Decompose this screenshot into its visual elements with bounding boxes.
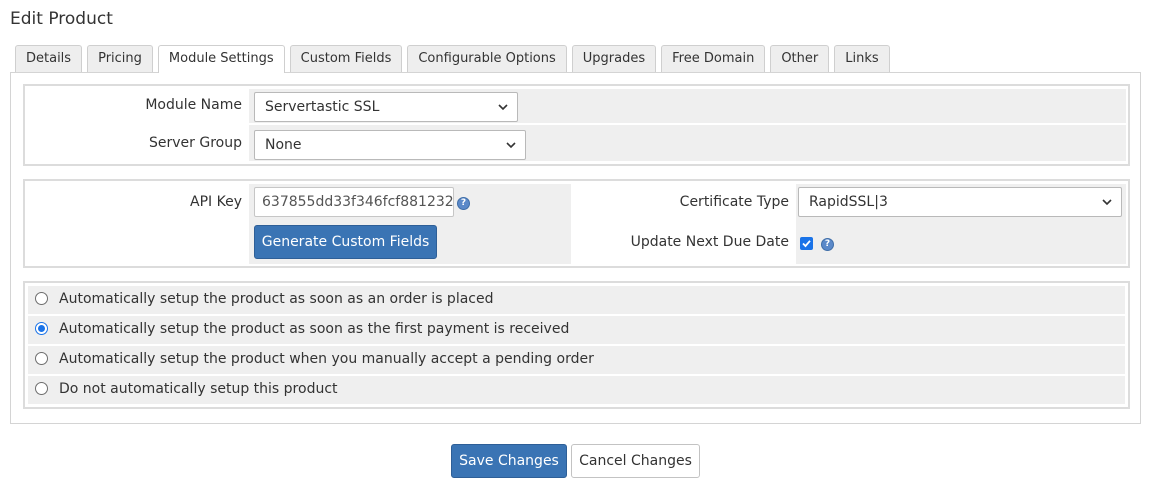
setup-option-label: Automatically setup the product as soon … [59, 321, 570, 337]
tab-bar: Details Pricing Module Settings Custom F… [15, 45, 890, 73]
help-icon[interactable]: ? [821, 238, 834, 251]
tab-upgrades[interactable]: Upgrades [571, 45, 657, 72]
checkmark-icon [802, 240, 811, 248]
server-group-row: Server Group None [25, 124, 1128, 164]
module-name-label: Module Name [145, 97, 242, 113]
setup-option-radio[interactable] [35, 292, 48, 305]
server-group-label: Server Group [149, 135, 242, 151]
setup-option-row[interactable]: Automatically setup the product as soon … [28, 286, 1125, 314]
tab-free-domain[interactable]: Free Domain [661, 45, 766, 72]
certificate-type-value: RapidSSL|3 [809, 194, 888, 210]
module-name-select[interactable]: Servertastic SSL [254, 92, 518, 122]
help-icon[interactable]: ? [457, 197, 470, 210]
tab-links[interactable]: Links [834, 45, 890, 72]
tab-custom-fields[interactable]: Custom Fields [289, 45, 403, 72]
setup-option-label: Automatically setup the product when you… [59, 351, 594, 367]
tab-configurable-options[interactable]: Configurable Options [407, 45, 567, 72]
tab-module-settings[interactable]: Module Settings [157, 45, 285, 73]
module-config-box: API Key 637855dd33f346fcf881232 ? Genera… [23, 179, 1130, 268]
api-key-label: API Key [190, 194, 242, 210]
save-changes-button[interactable]: Save Changes [451, 444, 567, 478]
setup-options-box: Automatically setup the product as soon … [23, 281, 1130, 409]
module-box: Module Name Servertastic SSL Server Grou… [23, 84, 1130, 166]
module-name-value: Servertastic SSL [265, 99, 380, 115]
module-name-row: Module Name Servertastic SSL [25, 86, 1128, 124]
update-next-due-date-label: Update Next Due Date [630, 234, 789, 250]
generate-custom-fields-button[interactable]: Generate Custom Fields [254, 225, 437, 259]
setup-option-row[interactable]: Do not automatically setup this product [28, 376, 1125, 404]
cancel-changes-button[interactable]: Cancel Changes [571, 444, 700, 478]
setup-option-radio[interactable] [35, 382, 48, 395]
page-title: Edit Product [10, 9, 113, 29]
server-group-value: None [265, 137, 302, 153]
setup-option-label: Do not automatically setup this product [59, 381, 338, 397]
setup-option-label: Automatically setup the product as soon … [59, 291, 494, 307]
server-group-select[interactable]: None [254, 130, 526, 160]
tab-details[interactable]: Details [15, 45, 83, 72]
setup-option-row[interactable]: Automatically setup the product as soon … [28, 316, 1125, 344]
setup-option-radio[interactable] [35, 322, 48, 335]
setup-option-radio[interactable] [35, 352, 48, 365]
chevron-down-icon [1102, 199, 1112, 206]
tab-other[interactable]: Other [770, 45, 830, 72]
chevron-down-icon [506, 142, 516, 149]
chevron-down-icon [498, 104, 508, 111]
module-settings-panel: Module Name Servertastic SSL Server Grou… [10, 72, 1141, 424]
setup-option-row[interactable]: Automatically setup the product when you… [28, 346, 1125, 374]
update-next-due-date-checkbox[interactable] [800, 237, 813, 250]
tab-pricing[interactable]: Pricing [87, 45, 153, 72]
certificate-type-label: Certificate Type [679, 194, 789, 210]
api-key-input[interactable]: 637855dd33f346fcf881232 [254, 187, 454, 217]
certificate-type-select[interactable]: RapidSSL|3 [798, 187, 1122, 217]
